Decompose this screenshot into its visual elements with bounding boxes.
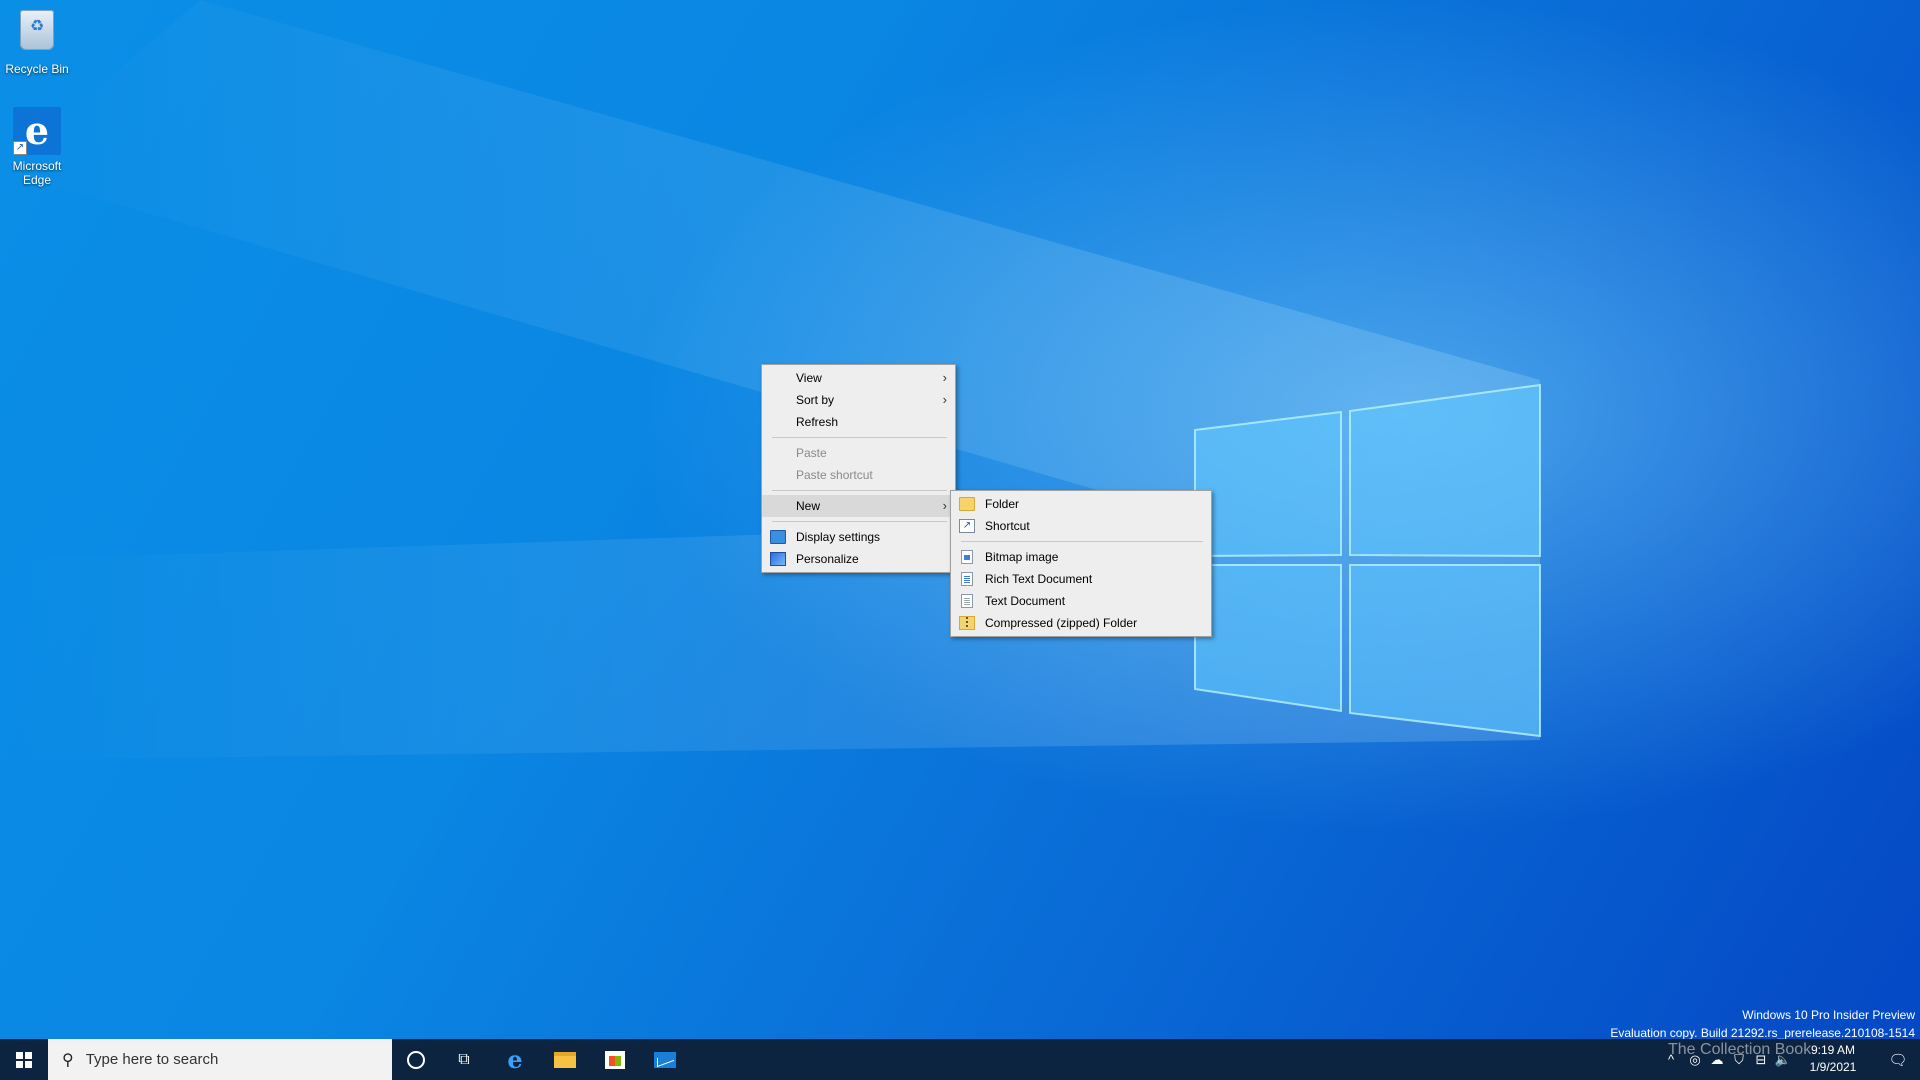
edge-icon: e ↗ xyxy=(13,107,61,155)
menu-item-label: Folder xyxy=(985,497,1020,511)
menu-item-label: Text Document xyxy=(985,594,1066,608)
chevron-right-icon: › xyxy=(942,370,947,385)
volume-tray-button[interactable]: 🔈 xyxy=(1772,1039,1794,1080)
taskbar-app-edge[interactable]: e xyxy=(490,1039,540,1080)
submenu-item-bitmap-image[interactable]: Bitmap image xyxy=(951,546,1211,568)
desktop-icon-microsoft-edge[interactable]: e ↗ Microsoft Edge xyxy=(0,107,74,187)
chevron-right-icon: › xyxy=(942,392,947,407)
edge-icon: e xyxy=(507,1045,523,1074)
menu-item-label: Shortcut xyxy=(985,519,1030,533)
menu-separator xyxy=(772,437,947,438)
bitmap-file-icon xyxy=(961,550,973,564)
submenu-item-text-document[interactable]: Text Document xyxy=(951,590,1211,612)
build-watermark: Windows 10 Pro Insider Preview Evaluatio… xyxy=(1610,1006,1915,1039)
task-view-icon: ⧉ xyxy=(458,1050,470,1068)
desktop[interactable]: Recycle Bin e ↗ Microsoft Edge View › So… xyxy=(0,0,1920,1039)
clock-date: 1/9/2021 xyxy=(1809,1060,1857,1074)
cortana-icon xyxy=(407,1050,425,1069)
menu-item-label: Personalize xyxy=(796,552,859,566)
speaker-icon: 🔈 xyxy=(1774,1051,1792,1067)
shield-icon: ⛉ xyxy=(1734,1051,1744,1067)
new-submenu: Folder ↗ Shortcut Bitmap image Rich Text… xyxy=(950,490,1212,637)
shortcut-arrow-icon: ↗ xyxy=(13,141,27,155)
cloud-icon: ☁ xyxy=(1710,1051,1724,1067)
system-tray: ^ ◎ ☁ ⛉ ⊟ 🔈 9:19 AM 1/9/2021 🗨 The Colle… xyxy=(1660,1039,1920,1080)
menu-item-label: Sort by xyxy=(796,393,835,407)
menu-item-display-settings[interactable]: Display settings xyxy=(762,526,955,548)
menu-separator xyxy=(961,541,1203,542)
network-tray-button[interactable]: ⊟ xyxy=(1750,1039,1772,1080)
menu-item-paste-shortcut: Paste shortcut xyxy=(762,464,955,486)
desktop-context-menu: View › Sort by › Refresh Paste Paste sho… xyxy=(761,364,956,573)
desktop-icon-label: Recycle Bin xyxy=(5,62,69,76)
task-view-button[interactable]: ⧉ xyxy=(440,1039,488,1080)
folder-icon xyxy=(959,497,975,511)
submenu-item-shortcut[interactable]: ↗ Shortcut xyxy=(951,515,1211,537)
search-input[interactable] xyxy=(83,1050,368,1069)
rtf-file-icon xyxy=(961,572,973,586)
security-tray-button[interactable]: ⛉ xyxy=(1728,1039,1750,1080)
menu-separator xyxy=(772,490,947,491)
search-icon: ⚲ xyxy=(62,1051,74,1069)
submenu-item-folder[interactable]: Folder xyxy=(951,493,1211,515)
desktop-icon-recycle-bin[interactable]: Recycle Bin xyxy=(0,6,74,76)
taskbar-search-box[interactable]: ⚲ xyxy=(48,1039,392,1080)
taskbar-app-mail[interactable] xyxy=(640,1039,690,1080)
onedrive-tray-button[interactable]: ☁ xyxy=(1706,1039,1728,1080)
taskbar: ⚲ ⧉ e ^ ◎ ☁ ⛉ ⊟ 🔈 xyxy=(0,1039,1920,1080)
action-center-button[interactable]: 🗨 xyxy=(1878,1039,1918,1080)
start-button[interactable] xyxy=(0,1039,48,1080)
notification-icon: 🗨 xyxy=(1888,1051,1908,1069)
submenu-item-rich-text-document[interactable]: Rich Text Document xyxy=(951,568,1211,590)
taskbar-app-file-explorer[interactable] xyxy=(540,1039,590,1080)
windows-logo-icon xyxy=(16,1051,32,1068)
menu-item-view[interactable]: View › xyxy=(762,367,955,389)
chevron-up-icon: ^ xyxy=(1667,1052,1675,1067)
tray-app-icon[interactable]: ◎ xyxy=(1684,1039,1706,1080)
menu-item-label: Rich Text Document xyxy=(985,572,1093,586)
menu-item-sort-by[interactable]: Sort by › xyxy=(762,389,955,411)
mail-icon xyxy=(654,1051,676,1068)
menu-item-label: New xyxy=(796,499,821,513)
display-settings-icon xyxy=(770,530,786,544)
taskbar-app-store[interactable] xyxy=(590,1039,640,1080)
text-file-icon xyxy=(961,594,973,608)
clock-time: 9:19 AM xyxy=(1810,1043,1856,1057)
file-explorer-icon xyxy=(554,1051,576,1068)
watermark-line-edition: Windows 10 Pro Insider Preview xyxy=(1742,1008,1915,1022)
store-icon xyxy=(605,1050,625,1069)
menu-item-label: Display settings xyxy=(796,530,881,544)
menu-item-new[interactable]: New › xyxy=(762,495,955,517)
menu-item-label: View xyxy=(796,371,822,385)
show-hidden-icons-button[interactable]: ^ xyxy=(1660,1039,1682,1080)
menu-separator xyxy=(772,521,947,522)
cortana-button[interactable] xyxy=(392,1039,440,1080)
chevron-right-icon: › xyxy=(942,498,947,513)
menu-item-label: Paste xyxy=(796,446,827,460)
recycle-bin-icon xyxy=(13,10,61,58)
menu-item-personalize[interactable]: Personalize xyxy=(762,548,955,570)
menu-item-label: Bitmap image xyxy=(985,550,1059,564)
menu-item-label: Refresh xyxy=(796,415,839,429)
personalize-icon xyxy=(770,552,786,566)
zip-folder-icon xyxy=(959,616,975,630)
menu-item-refresh[interactable]: Refresh xyxy=(762,411,955,433)
desktop-icon-label: Microsoft Edge xyxy=(12,159,62,187)
watermark-line-build: Evaluation copy. Build 21292.rs_prerelea… xyxy=(1610,1026,1915,1039)
menu-item-paste: Paste xyxy=(762,442,955,464)
network-icon: ⊟ xyxy=(1755,1051,1767,1067)
menu-item-label: Compressed (zipped) Folder xyxy=(985,616,1138,630)
clock[interactable]: 9:19 AM 1/9/2021 xyxy=(1796,1042,1870,1076)
submenu-item-compressed-folder[interactable]: Compressed (zipped) Folder xyxy=(951,612,1211,634)
tray-app-glyph-icon: ◎ xyxy=(1689,1051,1701,1067)
menu-item-label: Paste shortcut xyxy=(796,468,873,482)
shortcut-icon: ↗ xyxy=(959,519,975,533)
